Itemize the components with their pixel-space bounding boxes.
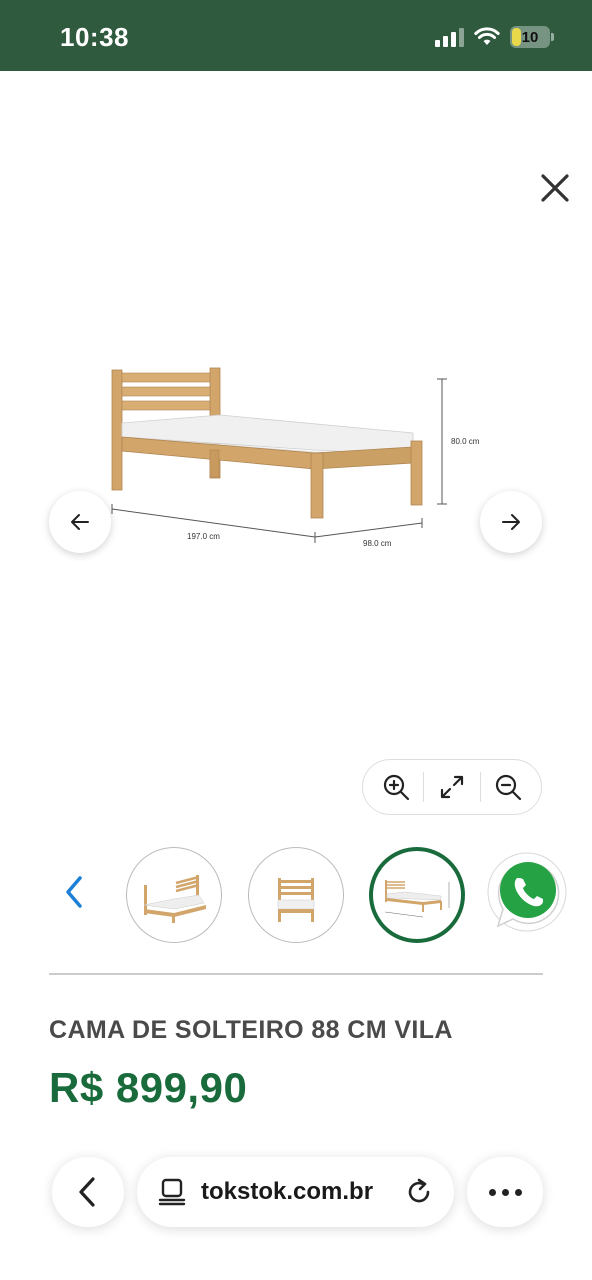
whatsapp-icon[interactable]	[486, 852, 568, 934]
zoom-controls	[362, 759, 542, 815]
zoom-in-button[interactable]	[378, 769, 414, 805]
gallery-next-button[interactable]	[480, 491, 542, 553]
battery-level: 10	[521, 28, 539, 46]
status-time: 10:38	[60, 22, 129, 52]
divider	[49, 973, 543, 975]
zoom-out-icon	[496, 774, 522, 801]
thumbnail-bed-dimensions[interactable]	[369, 847, 465, 943]
reader-mode-icon[interactable]	[157, 1177, 187, 1207]
status-bar: 10:38 10	[0, 0, 592, 71]
arrow-left-icon	[71, 514, 89, 530]
close-icon[interactable]	[535, 168, 575, 208]
more-icon	[488, 1188, 522, 1196]
thumbnail-image	[277, 878, 315, 922]
zoom-in-icon	[383, 774, 409, 801]
thumbnail-bed-angle[interactable]	[126, 847, 222, 943]
browser-back-button[interactable]	[52, 1157, 124, 1227]
product-price: R$ 899,90	[49, 1064, 248, 1111]
status-icons: 10	[435, 26, 554, 48]
dimension-height: 80.0 cm	[451, 437, 480, 446]
thumbnail-image	[384, 880, 450, 918]
zoom-out-button[interactable]	[490, 769, 526, 805]
more-options-button[interactable]	[467, 1157, 543, 1227]
product-main-image: 80.0 cm 197.0 cm 98.0 cm	[111, 367, 480, 548]
wifi-icon	[474, 27, 500, 45]
dimension-length: 197.0 cm	[187, 532, 220, 541]
battery-icon: 10	[510, 26, 550, 48]
fullscreen-icon	[440, 775, 464, 799]
arrow-right-icon	[502, 514, 520, 530]
signal-icon	[435, 27, 464, 47]
gallery-prev-button[interactable]	[49, 491, 111, 553]
thumbnail-bed-front[interactable]	[248, 847, 344, 943]
thumbnails-prev-icon[interactable]	[60, 872, 88, 912]
dimension-width: 98.0 cm	[363, 539, 392, 548]
chevron-left-icon	[79, 1177, 95, 1207]
reload-icon[interactable]	[404, 1177, 434, 1207]
address-bar[interactable]: tokstok.com.br	[137, 1157, 454, 1227]
url-text: tokstok.com.br	[201, 1178, 374, 1205]
fullscreen-button[interactable]	[434, 769, 470, 805]
product-title: CAMA DE SOLTEIRO 88 CM VILA	[49, 1016, 453, 1044]
thumbnail-image	[143, 875, 206, 923]
